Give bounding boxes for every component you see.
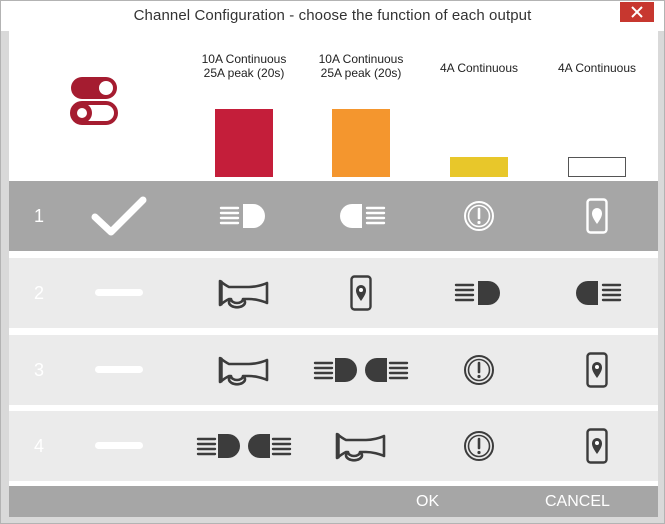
check-icon	[91, 196, 147, 236]
output-row-2[interactable]: 2	[9, 258, 658, 328]
headlight-right-icon	[219, 204, 265, 228]
channel-rating-label: 4A Continuous	[557, 61, 637, 75]
channel-header: 10A Continuous 25A peak (20s) 10A Continu…	[9, 31, 658, 181]
dialog-window: Channel Configuration - choose the funct…	[0, 0, 665, 524]
ok-button[interactable]: OK	[416, 486, 439, 517]
output-row-3[interactable]: 3	[9, 335, 658, 405]
function-cell-3[interactable]	[420, 258, 538, 328]
double-headlight-icon	[313, 358, 409, 382]
horn-icon	[218, 356, 269, 386]
output-row-4[interactable]: 4	[9, 411, 658, 481]
function-cell-1[interactable]	[185, 411, 303, 481]
channel-rating-label: 10A Continuous 25A peak (20s)	[201, 52, 287, 80]
function-cell-4[interactable]	[538, 258, 656, 328]
configuration-panel: 10A Continuous 25A peak (20s) 10A Continu…	[9, 31, 658, 517]
headlight-left-icon	[576, 281, 622, 305]
window-title: Channel Configuration - choose the funct…	[133, 7, 532, 24]
function-cell-2[interactable]	[302, 411, 420, 481]
close-button[interactable]	[620, 2, 654, 22]
channel-column-4: 4A Continuous	[538, 31, 656, 181]
phone-location-icon	[586, 198, 608, 234]
row-number: 3	[34, 360, 45, 380]
channel-color-swatch	[450, 157, 508, 177]
function-cell-1[interactable]	[185, 181, 303, 251]
output-row-1[interactable]: 1	[9, 181, 658, 251]
dash-icon	[95, 289, 143, 296]
horn-icon	[335, 432, 386, 462]
row-status-cell[interactable]	[60, 181, 178, 251]
function-cell-2[interactable]	[302, 181, 420, 251]
double-headlight-icon	[196, 434, 292, 458]
warning-icon	[464, 201, 494, 231]
function-cell-1[interactable]	[185, 258, 303, 328]
channel-column-3: 4A Continuous	[420, 31, 538, 181]
row-status-cell[interactable]	[60, 258, 178, 328]
app-logo	[69, 75, 121, 136]
close-icon	[631, 6, 643, 18]
title-bar[interactable]: Channel Configuration - choose the funct…	[1, 1, 664, 31]
warning-icon	[464, 431, 494, 461]
function-cell-2[interactable]	[302, 335, 420, 405]
phone-location-icon	[586, 428, 608, 464]
function-cell-2[interactable]	[302, 258, 420, 328]
row-number: 2	[34, 283, 45, 303]
function-cell-4[interactable]	[538, 411, 656, 481]
phone-location-icon	[586, 352, 608, 388]
function-cell-3[interactable]	[420, 335, 538, 405]
channel-color-swatch	[332, 109, 390, 177]
toggle-logo-icon	[70, 77, 118, 125]
row-number: 1	[34, 206, 45, 226]
headlight-left-icon	[340, 204, 386, 228]
function-cell-3[interactable]	[420, 181, 538, 251]
channel-column-2: 10A Continuous 25A peak (20s)	[302, 31, 420, 181]
warning-icon	[464, 355, 494, 385]
channel-column-1: 10A Continuous 25A peak (20s)	[185, 31, 303, 181]
row-status-cell[interactable]	[60, 335, 178, 405]
channel-rating-label: 10A Continuous 25A peak (20s)	[318, 52, 404, 80]
channel-rating-label: 4A Continuous	[439, 61, 519, 75]
phone-location-icon	[350, 275, 372, 311]
function-cell-1[interactable]	[185, 335, 303, 405]
horn-icon	[218, 279, 269, 309]
function-cell-4[interactable]	[538, 335, 656, 405]
dash-icon	[95, 366, 143, 373]
function-cell-3[interactable]	[420, 411, 538, 481]
cancel-button[interactable]: CANCEL	[545, 486, 610, 517]
channel-color-swatch	[215, 109, 273, 177]
row-number: 4	[34, 436, 45, 456]
channel-color-swatch	[568, 157, 626, 177]
dialog-footer: OK CANCEL	[9, 486, 658, 517]
function-cell-4[interactable]	[538, 181, 656, 251]
headlight-right-icon	[454, 281, 500, 305]
row-status-cell[interactable]	[60, 411, 178, 481]
dash-icon	[95, 442, 143, 449]
